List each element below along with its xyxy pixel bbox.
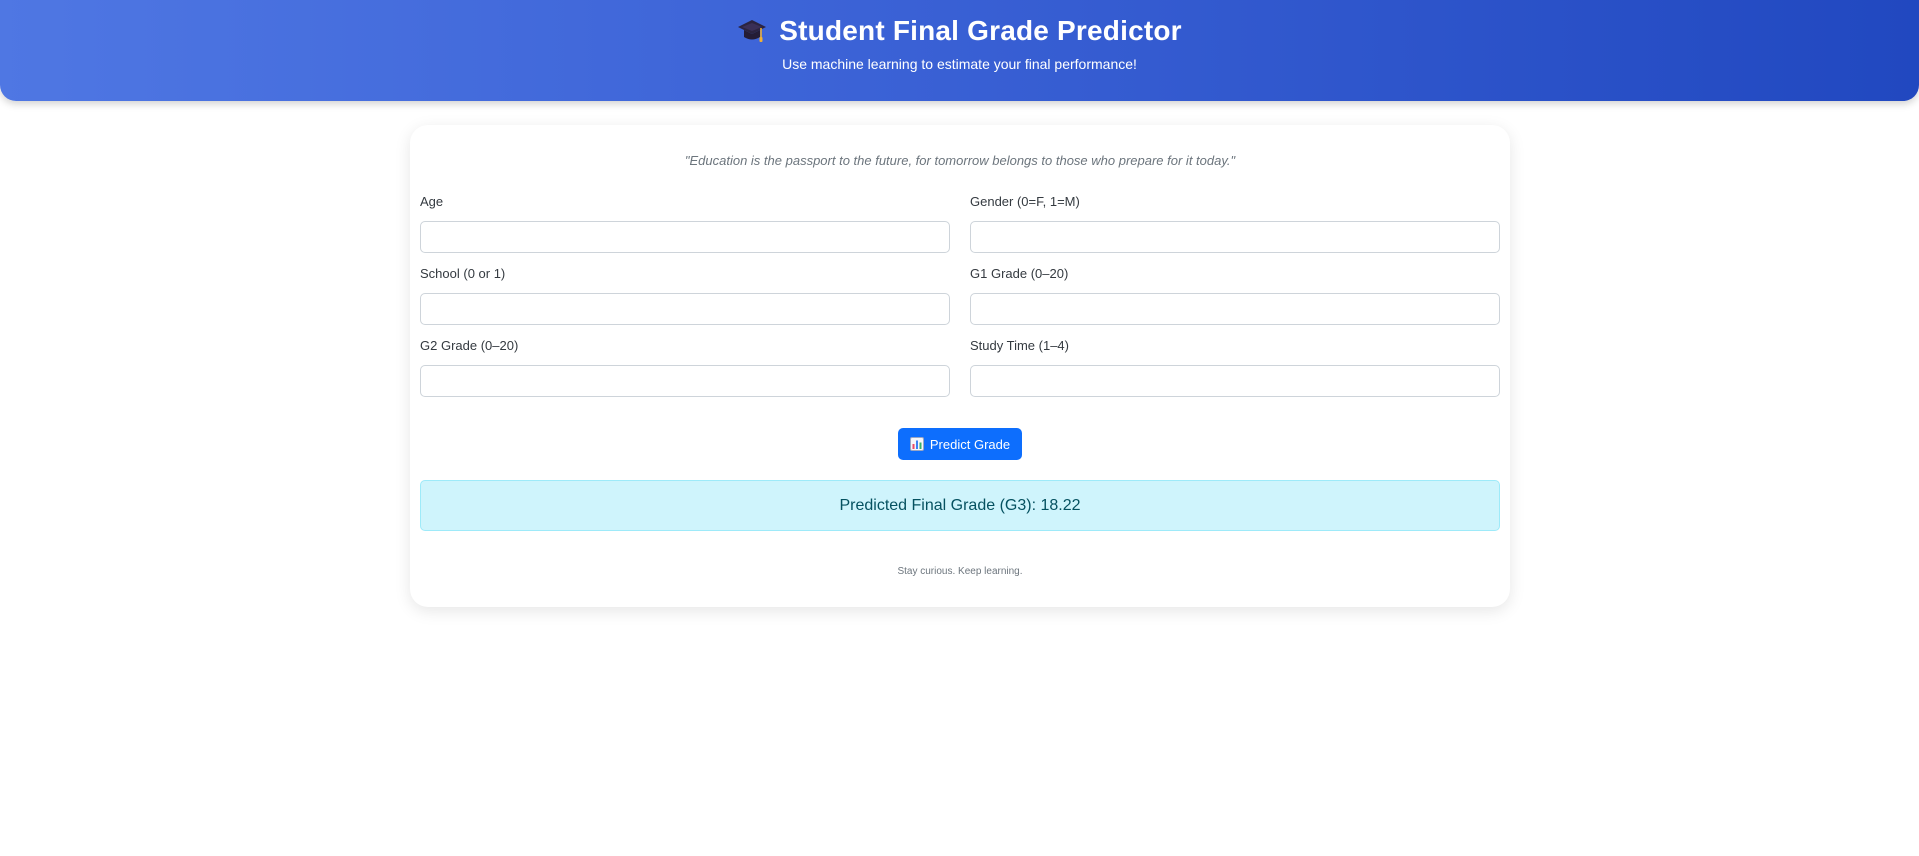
study-time-input[interactable] (970, 365, 1500, 397)
page-header: Student Final Grade Predictor Use machin… (0, 0, 1919, 101)
school-field-group: School (0 or 1) (420, 265, 950, 325)
gender-input[interactable] (970, 221, 1500, 253)
school-input[interactable] (420, 293, 950, 325)
study-time-label: Study Time (1–4) (970, 338, 1069, 353)
page-subtitle: Use machine learning to estimate your fi… (782, 56, 1137, 72)
page-title: Student Final Grade Predictor (779, 15, 1182, 46)
quote-text: "Education is the passport to the future… (684, 153, 1236, 168)
g2-grade-label: G2 Grade (0–20) (420, 338, 519, 353)
gender-label: Gender (0=F, 1=M) (970, 194, 1080, 209)
title-row: Student Final Grade Predictor (0, 15, 1919, 47)
g2-grade-input[interactable] (420, 365, 950, 397)
graduation-cap-icon (737, 17, 767, 45)
age-label: Age (420, 194, 444, 209)
prediction-result-text: Predicted Final Grade (G3): 18.22 (839, 496, 1081, 514)
study-time-field-group: Study Time (1–4) (970, 337, 1500, 397)
g1-grade-label: G1 Grade (0–20) (970, 266, 1069, 281)
g2-field-group: G2 Grade (0–20) (420, 337, 950, 397)
g1-grade-input[interactable] (970, 293, 1500, 325)
footer-text: Stay curious. Keep learning. (897, 566, 1023, 577)
school-label: School (0 or 1) (420, 266, 506, 281)
age-field-group: Age (420, 193, 950, 253)
age-input[interactable] (420, 221, 950, 253)
predict-grade-button[interactable]: Predict Grade (898, 428, 1022, 460)
predict-grade-label: Predict Grade (929, 436, 1011, 452)
prediction-result-alert: Predicted Final Grade (G3): 18.22 (420, 480, 1500, 531)
gender-field-group: Gender (0=F, 1=M) (970, 193, 1500, 253)
bar-chart-icon (909, 437, 924, 451)
g1-field-group: G1 Grade (0–20) (970, 265, 1500, 325)
predictor-card: "Education is the passport to the future… (410, 125, 1510, 607)
